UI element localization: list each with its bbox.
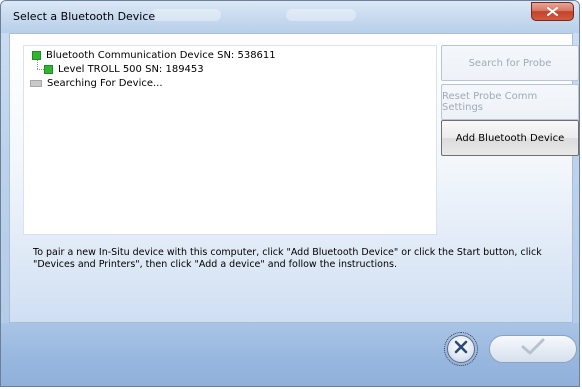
status-indicator-icon	[32, 51, 41, 60]
tree-item-bluetooth-device[interactable]: Bluetooth Communication Device SN: 53861…	[32, 50, 276, 61]
close-button[interactable]	[531, 2, 574, 21]
reset-probe-comm-settings-button[interactable]: Reset Probe Comm Settings	[441, 84, 579, 120]
button-label: Add Bluetooth Device	[455, 132, 565, 144]
tree-item-label: Level TROLL 500 SN: 189453	[58, 64, 204, 75]
tree-item-label: Bluetooth Communication Device SN: 53861…	[46, 50, 276, 61]
status-indicator-icon	[44, 65, 53, 74]
search-for-probe-button[interactable]: Search for Probe	[441, 45, 579, 81]
tree-connector	[37, 69, 44, 70]
ok-button[interactable]	[489, 335, 577, 363]
bluetooth-device-dialog: Select a Bluetooth Device Bluetooth Comm…	[0, 0, 580, 387]
tree-item-level-troll[interactable]: Level TROLL 500 SN: 189453	[44, 64, 204, 75]
button-label: Reset Probe Comm Settings	[442, 91, 538, 113]
tree-item-searching[interactable]: Searching For Device...	[30, 78, 163, 89]
checkmark-icon	[519, 338, 547, 360]
title-bar: Select a Bluetooth Device	[1, 1, 579, 33]
tree-connector	[37, 60, 38, 69]
pairing-instructions: To pair a new In-Situ device with this c…	[33, 247, 563, 271]
cancel-button[interactable]	[444, 332, 478, 366]
instructions-line: "Devices and Printers", then click "Add …	[33, 259, 397, 270]
button-label: Search for Probe	[468, 57, 552, 69]
cancel-x-icon	[453, 339, 469, 359]
tree-item-label: Searching For Device...	[47, 78, 163, 89]
titlebar-blur	[286, 9, 356, 21]
titlebar-blur	[151, 9, 221, 21]
add-bluetooth-device-button[interactable]: Add Bluetooth Device	[441, 120, 579, 156]
searching-indicator-icon	[30, 80, 42, 87]
instructions-line: To pair a new In-Situ device with this c…	[33, 247, 542, 258]
close-icon	[547, 7, 558, 16]
device-tree[interactable]: Bluetooth Communication Device SN: 53861…	[23, 45, 437, 235]
window-title: Select a Bluetooth Device	[13, 10, 156, 23]
